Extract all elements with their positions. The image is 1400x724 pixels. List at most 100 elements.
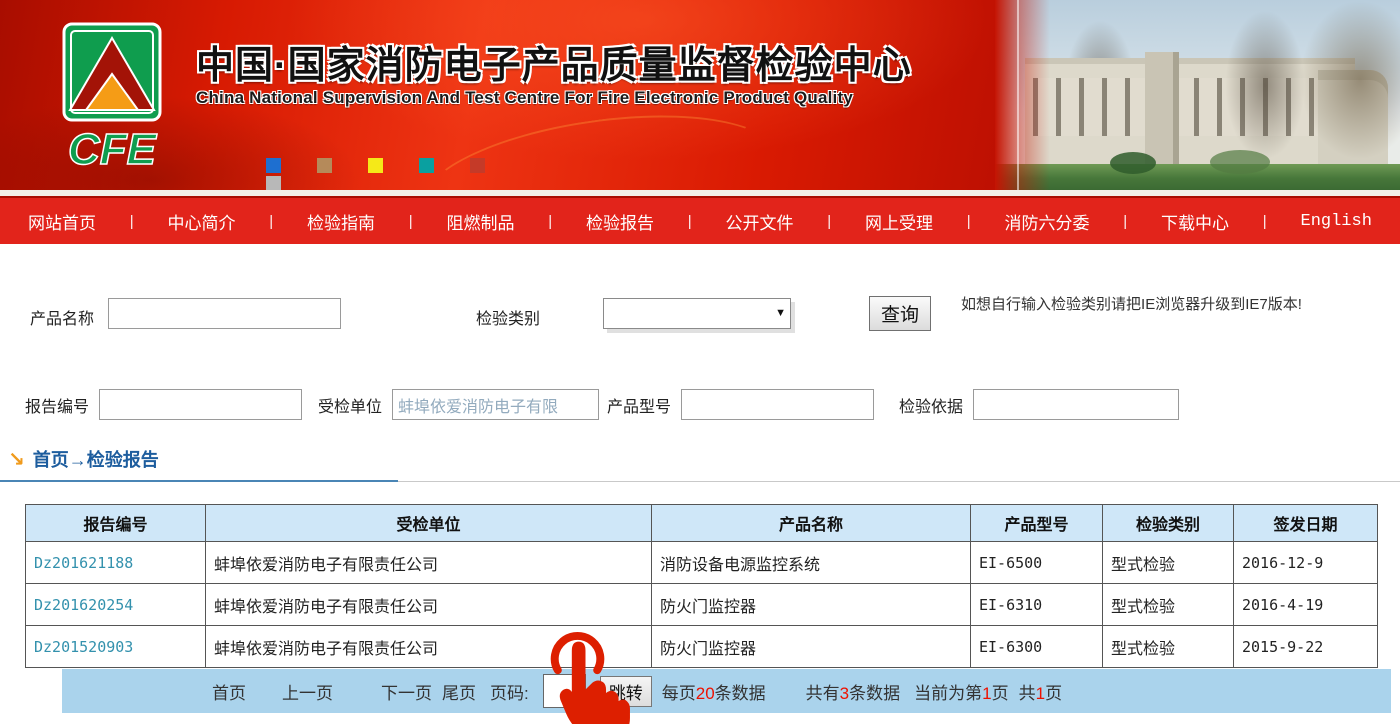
basis-input[interactable]	[973, 389, 1179, 420]
banner-swirl-decoration	[413, 96, 786, 190]
banner-bottom-strip	[0, 190, 1400, 198]
product-name-input[interactable]	[108, 298, 341, 329]
category-cell: 型式检验	[1103, 542, 1234, 584]
photo-red-fade	[995, 0, 1050, 190]
nav-item-about[interactable]: 中心简介	[168, 209, 236, 234]
model-cell: EI-6300	[971, 626, 1103, 668]
total-info: 共有3条数据	[806, 679, 900, 704]
chevron-down-icon: ▼	[775, 307, 786, 319]
basis-label: 检验依据	[899, 393, 963, 417]
per-page-count: 20	[696, 684, 715, 703]
col-report-no: 报告编号	[26, 505, 206, 542]
deco-squares	[266, 158, 566, 174]
product-model-input[interactable]	[681, 389, 874, 420]
col-date: 签发日期	[1234, 505, 1378, 542]
breadcrumb: ↘ 首页→检验报告	[0, 446, 1400, 472]
category-cell: 型式检验	[1103, 626, 1234, 668]
nav-item-guide[interactable]: 检验指南	[307, 209, 375, 234]
deco-square	[368, 158, 383, 173]
breadcrumb-text[interactable]: 首页→检验报告	[33, 446, 159, 472]
cfe-logo-text: CFE	[68, 125, 158, 174]
building-tower	[1145, 52, 1179, 164]
unit-cell: 蚌埠依爱消防电子有限责任公司	[206, 584, 652, 626]
page-next-link[interactable]: 下一页	[381, 679, 432, 704]
report-no-label: 报告编号	[25, 393, 89, 417]
product-cell: 消防设备电源监控系统	[652, 542, 971, 584]
current-page-info: 当前为第1页	[914, 679, 1008, 704]
site-title: 中国·国家消防电子产品质量监督检验中心	[196, 34, 912, 89]
col-product: 产品名称	[652, 505, 971, 542]
nav-separator: |	[1123, 213, 1127, 230]
total-count: 3	[840, 684, 849, 703]
nav-item-flame-retardant[interactable]: 阻燃制品	[447, 209, 515, 234]
page-first-link[interactable]: 首页	[212, 679, 246, 704]
nav-separator: |	[1263, 213, 1267, 230]
breadcrumb-arrow-icon: ↘	[8, 447, 25, 472]
page-number-label: 页码:	[490, 679, 529, 704]
nav-item-english[interactable]: English	[1301, 212, 1372, 231]
photo-divider-line	[1017, 0, 1019, 190]
deco-square	[266, 176, 281, 190]
date-cell: 2015-9-22	[1234, 626, 1378, 668]
table-row: Dz201621188 蚌埠依爱消防电子有限责任公司 消防设备电源监控系统 EI…	[26, 542, 1378, 584]
ie-upgrade-note: 如想自行输入检验类别请把IE浏览器升级到IE7版本!	[961, 290, 1361, 320]
deco-square	[470, 158, 485, 173]
deco-square	[266, 158, 281, 173]
product-name-label: 产品名称	[30, 305, 94, 329]
bush-decoration	[1110, 152, 1156, 174]
nav-separator: |	[130, 213, 134, 230]
tap-cursor-icon	[528, 628, 643, 724]
table-row: Dz201620254 蚌埠依爱消防电子有限责任公司 防火门监控器 EI-631…	[26, 584, 1378, 626]
table-header-row: 报告编号 受检单位 产品名称 产品型号 检验类别 签发日期	[26, 505, 1378, 542]
report-table: 报告编号 受检单位 产品名称 产品型号 检验类别 签发日期 Dz20162118…	[25, 504, 1378, 668]
breadcrumb-divider-accent	[0, 480, 398, 482]
nav-item-online-accept[interactable]: 网上受理	[865, 209, 933, 234]
category-cell: 型式检验	[1103, 584, 1234, 626]
tree-decoration	[1225, 10, 1305, 160]
col-category: 检验类别	[1103, 505, 1234, 542]
page-last-link[interactable]: 尾页	[442, 679, 476, 704]
nav-separator: |	[409, 213, 413, 230]
query-button[interactable]: 查询	[869, 296, 931, 331]
report-no-link[interactable]: Dz201520903	[26, 626, 206, 668]
unit-cell: 蚌埠依爱消防电子有限责任公司	[206, 542, 652, 584]
nav-item-downloads[interactable]: 下载中心	[1161, 209, 1229, 234]
col-model: 产品型号	[971, 505, 1103, 542]
deco-square	[419, 158, 434, 173]
nav-item-reports[interactable]: 检验报告	[586, 209, 654, 234]
deco-square	[317, 158, 332, 173]
nav-item-home[interactable]: 网站首页	[28, 209, 96, 234]
model-cell: EI-6500	[971, 542, 1103, 584]
page-prev-link[interactable]: 上一页	[282, 679, 333, 704]
nav-separator: |	[688, 213, 692, 230]
nav-separator: |	[827, 213, 831, 230]
total-pages-number: 1	[1036, 684, 1045, 703]
date-cell: 2016-12-9	[1234, 542, 1378, 584]
header-banner: CFE 中国·国家消防电子产品质量监督检验中心 China National S…	[0, 0, 1400, 190]
nav-separator: |	[548, 213, 552, 230]
nav-item-public-files[interactable]: 公开文件	[726, 209, 794, 234]
table-row: Dz201520903 蚌埠依爱消防电子有限责任公司 防火门监控器 EI-630…	[26, 626, 1378, 668]
cfe-logo: CFE	[52, 22, 170, 187]
nav-separator: |	[269, 213, 273, 230]
building-photo	[995, 0, 1400, 190]
col-unit: 受检单位	[206, 505, 652, 542]
total-pages-info: 共1页	[1019, 679, 1062, 704]
breadcrumb-section: ↘ 首页→检验报告	[0, 446, 1400, 482]
report-no-link[interactable]: Dz201621188	[26, 542, 206, 584]
grass-strip	[995, 164, 1400, 190]
category-label: 检验类别	[476, 305, 540, 329]
inspected-unit-label: 受检单位	[318, 393, 382, 417]
date-cell: 2016-4-19	[1234, 584, 1378, 626]
bush-decoration	[1210, 150, 1270, 174]
current-page-number: 1	[982, 684, 991, 703]
site-subtitle: China National Supervision And Test Cent…	[196, 88, 853, 108]
cfe-logo-icon: CFE	[52, 22, 170, 182]
report-no-link[interactable]: Dz201620254	[26, 584, 206, 626]
inspected-unit-input[interactable]	[392, 389, 599, 420]
nav-separator: |	[967, 213, 971, 230]
category-select[interactable]: ▼	[603, 298, 791, 329]
report-no-input[interactable]	[99, 389, 302, 420]
nav-item-fire-subcommittee[interactable]: 消防六分委	[1005, 209, 1090, 234]
product-cell: 防火门监控器	[652, 626, 971, 668]
